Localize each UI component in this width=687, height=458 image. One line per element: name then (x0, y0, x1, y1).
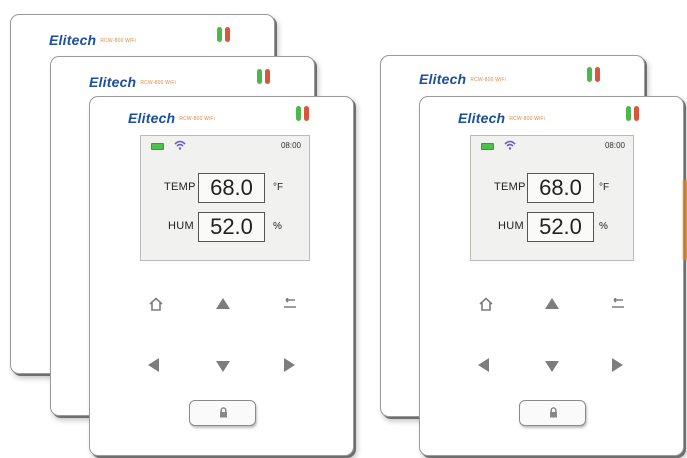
lock-button[interactable] (189, 400, 256, 426)
device-front-left: Elitech RCW-800 WiFi 08:00 TEMP 68.0 °F H… (89, 96, 354, 456)
hum-unit: % (273, 221, 282, 232)
orange-accent-edge (681, 180, 687, 260)
wifi-icon (174, 140, 186, 150)
right-arrow-icon[interactable] (284, 358, 295, 372)
back-icon[interactable] (610, 298, 626, 310)
up-arrow-icon[interactable] (545, 298, 559, 309)
lcd-screen: 08:00 TEMP 68.0 °F HUM 52.0 % (140, 135, 310, 261)
status-leds (626, 106, 639, 121)
temp-label: TEMP (164, 181, 196, 193)
device-front-right: Elitech RCW-800 WiFi 08:00 TEMP 68.0 °F H… (419, 96, 684, 456)
hum-value: 52.0 (198, 212, 265, 242)
lcd-screen: 08:00 TEMP 68.0 °F HUM 52.0 % (470, 135, 634, 261)
battery-icon (481, 143, 494, 150)
hum-label: HUM (168, 220, 194, 232)
lock-button[interactable] (519, 400, 586, 426)
wifi-icon (504, 140, 516, 150)
hum-label: HUM (498, 220, 524, 232)
clock-readout: 08:00 (280, 141, 301, 150)
brand-logo: Elitech RCW-800 WiFi (128, 110, 215, 126)
brand-logo: Elitech RCW-800 WiFi (89, 74, 176, 90)
brand-logo: Elitech RCW-800 WiFi (458, 110, 545, 126)
back-icon[interactable] (282, 298, 298, 310)
status-leds (296, 106, 309, 121)
brand-logo: Elitech RCW-800 WiFi (419, 71, 506, 87)
lock-icon (550, 407, 557, 418)
down-arrow-icon[interactable] (216, 361, 230, 372)
status-leds (257, 69, 270, 84)
status-leds (587, 67, 600, 82)
temp-unit: °F (599, 182, 610, 193)
battery-icon (151, 143, 164, 150)
right-arrow-icon[interactable] (612, 358, 623, 372)
home-icon[interactable] (478, 297, 494, 311)
temp-unit: °F (273, 182, 284, 193)
left-arrow-icon[interactable] (148, 358, 159, 372)
temp-value: 68.0 (198, 173, 265, 203)
brand-logo: Elitech RCW-800 WiFi (49, 32, 136, 48)
clock-readout: 08:00 (604, 141, 625, 150)
home-icon[interactable] (148, 297, 164, 311)
hum-unit: % (599, 221, 608, 232)
temp-value: 68.0 (527, 173, 594, 203)
up-arrow-icon[interactable] (216, 298, 230, 309)
temp-label: TEMP (494, 181, 526, 193)
status-leds (217, 27, 230, 42)
hum-value: 52.0 (527, 212, 594, 242)
left-arrow-icon[interactable] (478, 358, 489, 372)
lock-icon (220, 407, 227, 418)
down-arrow-icon[interactable] (545, 361, 559, 372)
